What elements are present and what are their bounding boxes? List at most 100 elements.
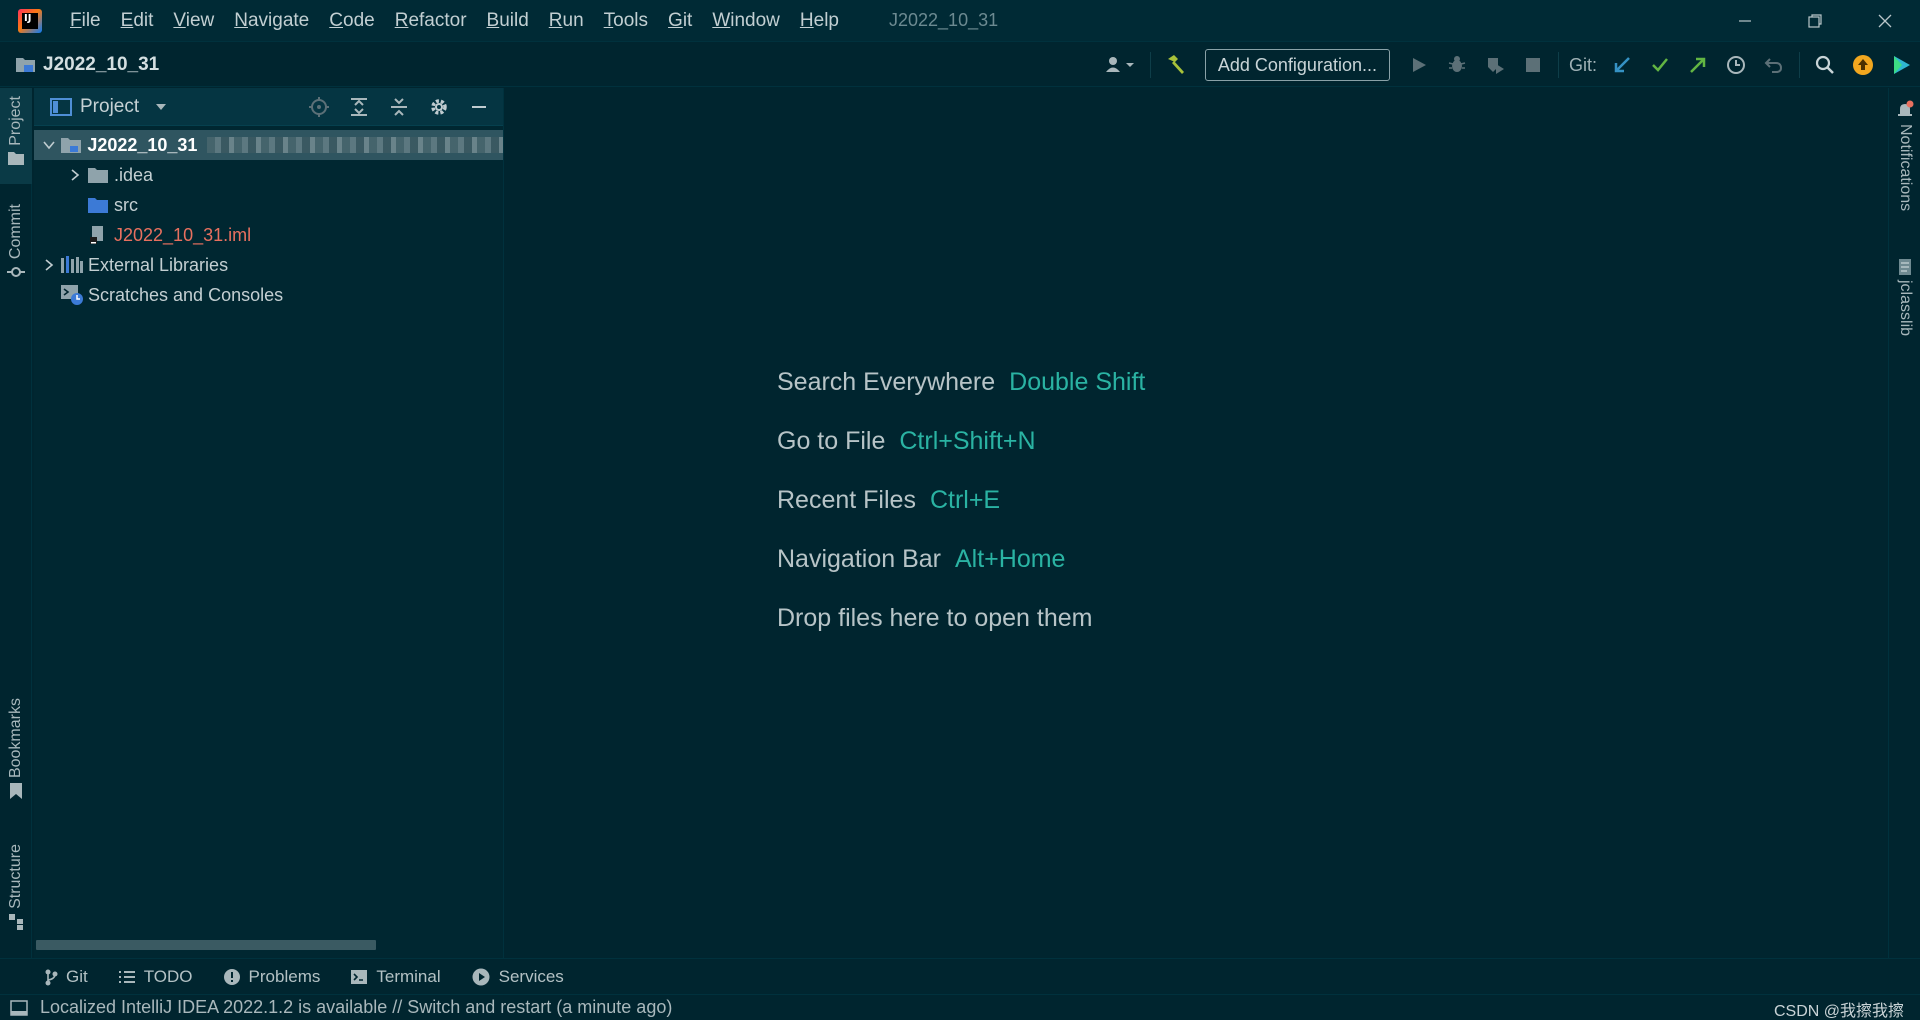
menu-edit[interactable]: Edit bbox=[111, 0, 164, 42]
ide-update-button[interactable] bbox=[1844, 43, 1882, 87]
menu-run[interactable]: Run bbox=[539, 0, 594, 42]
menu-navigate[interactable]: Navigate bbox=[224, 0, 319, 42]
run-button[interactable] bbox=[1400, 43, 1438, 87]
status-message[interactable]: Localized IntelliJ IDEA 2022.1.2 is avai… bbox=[40, 997, 672, 1018]
tree-item-label: .idea bbox=[114, 164, 154, 185]
coverage-icon bbox=[1487, 58, 1504, 74]
hint-recent-files: Recent Files Ctrl+E bbox=[777, 471, 1145, 530]
structure-tool-tab[interactable]: Structure bbox=[0, 844, 32, 948]
expand-all-icon bbox=[351, 98, 367, 116]
menu-tools[interactable]: Tools bbox=[594, 0, 658, 42]
chevron-down-icon[interactable] bbox=[38, 130, 60, 160]
debug-button[interactable] bbox=[1438, 43, 1476, 87]
tree-item-external-libraries[interactable]: External Libraries bbox=[34, 250, 503, 280]
project-panel-header: Project bbox=[34, 88, 503, 126]
hint-shortcut: Double Shift bbox=[1009, 368, 1146, 396]
services-tool-button[interactable]: Services bbox=[471, 967, 564, 987]
tree-item-label: External Libraries bbox=[88, 254, 229, 275]
project-tool-window: Project J2022_10_31 .idea src J2022_10_3… bbox=[34, 88, 504, 958]
hide-panel-button[interactable] bbox=[459, 88, 499, 126]
source-folder-icon bbox=[86, 190, 110, 220]
user-dropdown-icon bbox=[1105, 57, 1134, 72]
account-dropdown[interactable] bbox=[1096, 43, 1144, 87]
menu-navigate-mnemonic: N bbox=[234, 9, 248, 31]
restore-button[interactable] bbox=[1780, 0, 1850, 42]
menu-build[interactable]: Build bbox=[477, 0, 539, 42]
menu-refactor-rest: efactor bbox=[408, 9, 467, 31]
menu-refactor[interactable]: Refactor bbox=[385, 0, 477, 42]
git-push-button[interactable] bbox=[1679, 43, 1717, 87]
tree-item-iml[interactable]: J2022_10_31.iml bbox=[34, 220, 503, 250]
main-menu: File Edit View Navigate Code Refactor Bu… bbox=[60, 0, 849, 42]
right-tool-strip: Notifications jclasslib bbox=[1888, 88, 1920, 988]
minimize-button[interactable] bbox=[1710, 0, 1780, 42]
commit-tool-tab[interactable]: Commit bbox=[0, 204, 32, 294]
menu-window[interactable]: Window bbox=[702, 0, 790, 42]
iml-file-icon bbox=[86, 220, 110, 250]
git-tool-button[interactable]: Git bbox=[44, 967, 88, 987]
code-with-me-button[interactable] bbox=[1882, 43, 1920, 87]
project-panel-tools bbox=[299, 88, 499, 126]
menu-code[interactable]: Code bbox=[319, 0, 384, 42]
project-tool-tab[interactable]: Project bbox=[0, 88, 32, 184]
build-project-button[interactable] bbox=[1157, 43, 1195, 87]
main-toolbar: Add Configuration... Git: bbox=[1096, 43, 1920, 87]
menu-window-rest: indow bbox=[730, 9, 780, 31]
notifications-tool-tab-label: Notifications bbox=[1897, 124, 1914, 212]
todo-tool-button[interactable]: TODO bbox=[118, 967, 193, 987]
expand-all-button[interactable] bbox=[339, 88, 379, 126]
menu-git[interactable]: Git bbox=[658, 0, 702, 42]
problems-tool-button[interactable]: Problems bbox=[223, 967, 320, 987]
add-configuration-button[interactable]: Add Configuration... bbox=[1204, 49, 1390, 81]
commit-tool-tab-label: Commit bbox=[7, 204, 24, 260]
tree-item-src[interactable]: src bbox=[34, 190, 503, 220]
jclasslib-icon bbox=[1899, 259, 1911, 275]
chevron-right-icon[interactable] bbox=[38, 250, 60, 280]
menu-view-rest: iew bbox=[185, 9, 215, 31]
git-update-button[interactable] bbox=[1603, 43, 1641, 87]
project-panel-title: Project bbox=[80, 95, 140, 117]
hammer-icon bbox=[1167, 55, 1184, 74]
tree-item-project-root[interactable]: J2022_10_31 bbox=[34, 130, 503, 160]
bug-icon bbox=[1448, 56, 1466, 72]
notifications-tool-tab[interactable]: Notifications bbox=[1889, 100, 1920, 211]
horizontal-scrollbar[interactable] bbox=[36, 940, 376, 950]
jclasslib-tool-tab[interactable]: jclasslib bbox=[1889, 258, 1920, 336]
gear-icon bbox=[431, 99, 447, 115]
hint-go-to-file: Go to File Ctrl+Shift+N bbox=[777, 412, 1145, 471]
editor-empty-area[interactable]: Search Everywhere Double Shift Go to Fil… bbox=[505, 88, 1887, 958]
coverage-button[interactable] bbox=[1476, 43, 1514, 87]
breadcrumb[interactable]: J2022_10_31 bbox=[15, 54, 159, 76]
editor-hints: Search Everywhere Double Shift Go to Fil… bbox=[777, 353, 1145, 648]
bookmarks-tool-tab[interactable]: Bookmarks bbox=[0, 698, 32, 812]
chevron-right-icon[interactable] bbox=[64, 160, 86, 190]
minimize-panel-icon bbox=[472, 106, 486, 108]
git-history-button[interactable] bbox=[1717, 43, 1755, 87]
menu-tools-mnemonic: T bbox=[603, 9, 614, 31]
menu-file-rest: ile bbox=[81, 9, 101, 31]
tree-item-label: Scratches and Consoles bbox=[88, 284, 284, 305]
tree-item-scratches[interactable]: Scratches and Consoles bbox=[34, 280, 503, 310]
structure-tool-tab-label: Structure bbox=[7, 844, 24, 909]
menu-file[interactable]: File bbox=[60, 0, 111, 42]
terminal-tool-button[interactable]: Terminal bbox=[350, 967, 441, 987]
git-rollback-button[interactable] bbox=[1755, 43, 1793, 87]
view-dropdown-icon[interactable] bbox=[153, 99, 169, 115]
redacted-path bbox=[207, 137, 503, 153]
collapse-all-button[interactable] bbox=[379, 88, 419, 126]
menu-view[interactable]: View bbox=[163, 0, 224, 42]
bell-icon bbox=[1898, 100, 1914, 116]
select-opened-file-button[interactable] bbox=[299, 88, 339, 126]
git-label: Git: bbox=[1568, 54, 1597, 75]
bookmarks-tool-tab-label: Bookmarks bbox=[7, 698, 24, 779]
tree-item-idea[interactable]: .idea bbox=[34, 160, 503, 190]
search-everywhere-button[interactable] bbox=[1806, 43, 1844, 87]
panel-options-button[interactable] bbox=[419, 88, 459, 126]
git-commit-button[interactable] bbox=[1641, 43, 1679, 87]
close-window-button[interactable] bbox=[1850, 0, 1920, 42]
menu-edit-mnemonic: E bbox=[120, 9, 134, 31]
stop-button[interactable] bbox=[1514, 43, 1552, 87]
toggle-tool-windows-icon[interactable] bbox=[10, 999, 28, 1016]
update-available-icon bbox=[1853, 55, 1873, 75]
menu-help[interactable]: Help bbox=[790, 0, 849, 42]
